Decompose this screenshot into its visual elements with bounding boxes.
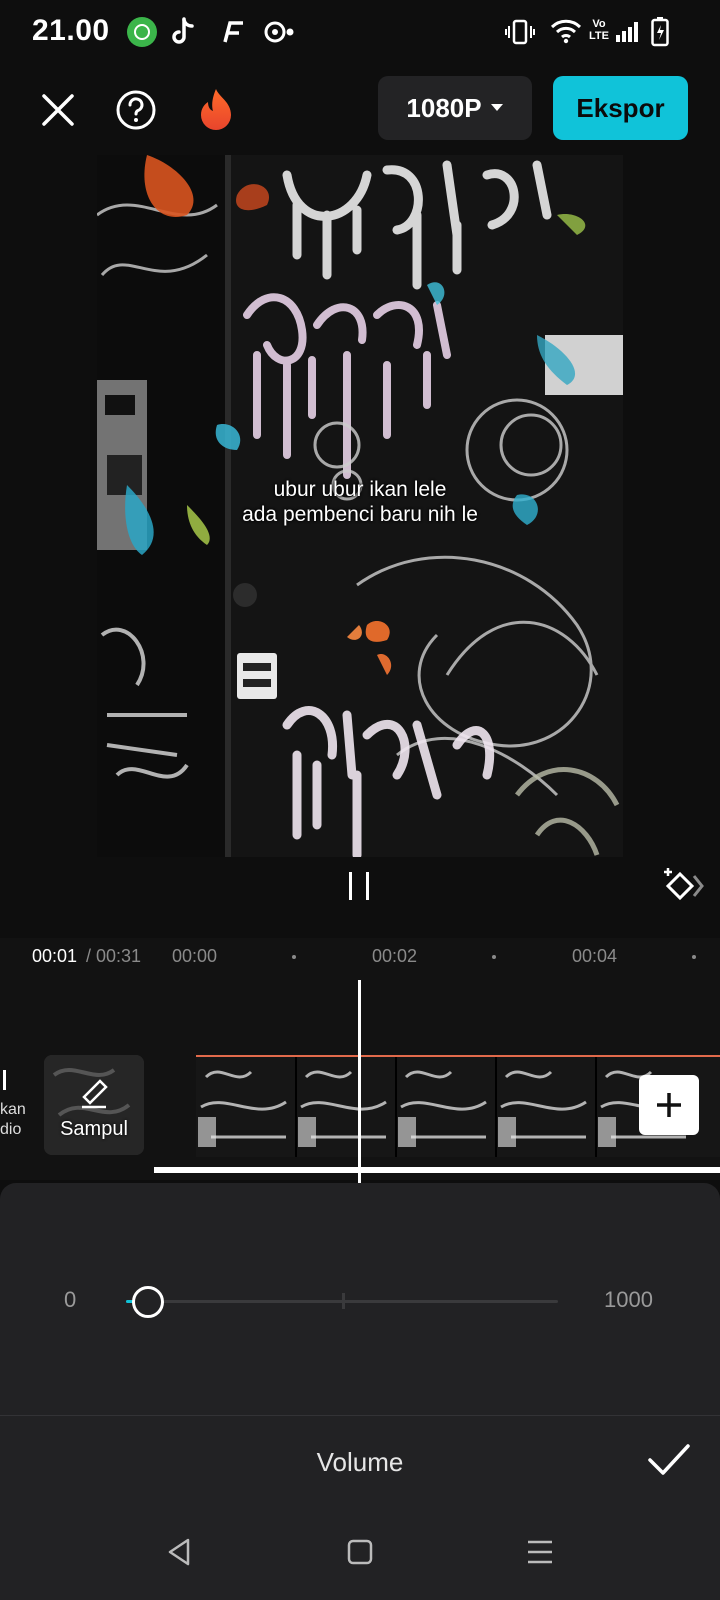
subtitle-line-2: ada pembenci baru nih le — [242, 503, 478, 526]
panel-title: Volume — [316, 1447, 404, 1477]
current-time: 00:01 — [32, 946, 78, 966]
audio-label: kan dio — [0, 1101, 26, 1138]
audio-track-bar[interactable] — [154, 1167, 720, 1173]
app-f-icon — [218, 16, 246, 48]
wifi-icon — [550, 16, 582, 48]
cover-button[interactable]: Sampul — [44, 1055, 144, 1155]
total-time: / 00:31 — [86, 946, 142, 966]
pause-icon[interactable] — [344, 869, 374, 903]
resolution-button[interactable]: 1080P — [378, 76, 532, 140]
check-icon[interactable] — [646, 1440, 692, 1480]
nav-home-icon[interactable] — [340, 1532, 380, 1572]
tick-label: 00:04 — [572, 946, 618, 966]
tick-label: 00:02 — [372, 946, 418, 966]
volume-slider-default-mark — [342, 1293, 345, 1309]
resolution-label: 1080P — [406, 92, 482, 123]
video-subtitle: ubur ubur ikan lele ada pembenci baru ni… — [97, 477, 623, 527]
playhead[interactable] — [358, 980, 361, 1184]
subtitle-line-1: ubur ubur ikan lele — [273, 478, 447, 501]
audio-icon — [3, 1070, 6, 1090]
export-button[interactable]: Ekspor — [553, 76, 688, 140]
caret-down-icon — [490, 104, 503, 111]
nav-menu-icon[interactable] — [520, 1532, 560, 1572]
tick-dot — [292, 955, 296, 959]
cover-label: Sampul — [60, 1118, 128, 1140]
volte-icon: Vo LTE — [589, 18, 609, 42]
plus-icon — [657, 1093, 681, 1117]
slider-max-label: 1000 — [604, 1287, 653, 1312]
add-clip-button[interactable] — [639, 1075, 699, 1135]
slider-min-label: 0 — [64, 1287, 77, 1312]
battery-charging-icon — [650, 16, 670, 48]
close-icon[interactable] — [30, 82, 86, 138]
divider — [0, 1415, 720, 1416]
screen-record-icon — [262, 16, 296, 48]
vibrate-icon — [505, 16, 535, 48]
nav-back-icon[interactable] — [160, 1532, 200, 1572]
tiktok-icon — [168, 16, 198, 48]
whatsapp-business-icon — [127, 17, 157, 47]
help-icon[interactable] — [108, 82, 164, 138]
tick-dot — [692, 955, 696, 959]
volume-slider-thumb[interactable] — [132, 1286, 164, 1318]
tick-label: 00:00 — [172, 946, 218, 966]
signal-icon — [614, 16, 640, 48]
flame-icon[interactable] — [188, 82, 244, 138]
video-preview[interactable]: ubur ubur ikan lele ada pembenci baru ni… — [97, 155, 623, 857]
status-time: 21.00 — [32, 14, 110, 47]
audio-track-button[interactable]: kan dio — [0, 1070, 30, 1140]
tick-dot — [492, 955, 496, 959]
add-keyframe-icon[interactable] — [660, 866, 704, 906]
